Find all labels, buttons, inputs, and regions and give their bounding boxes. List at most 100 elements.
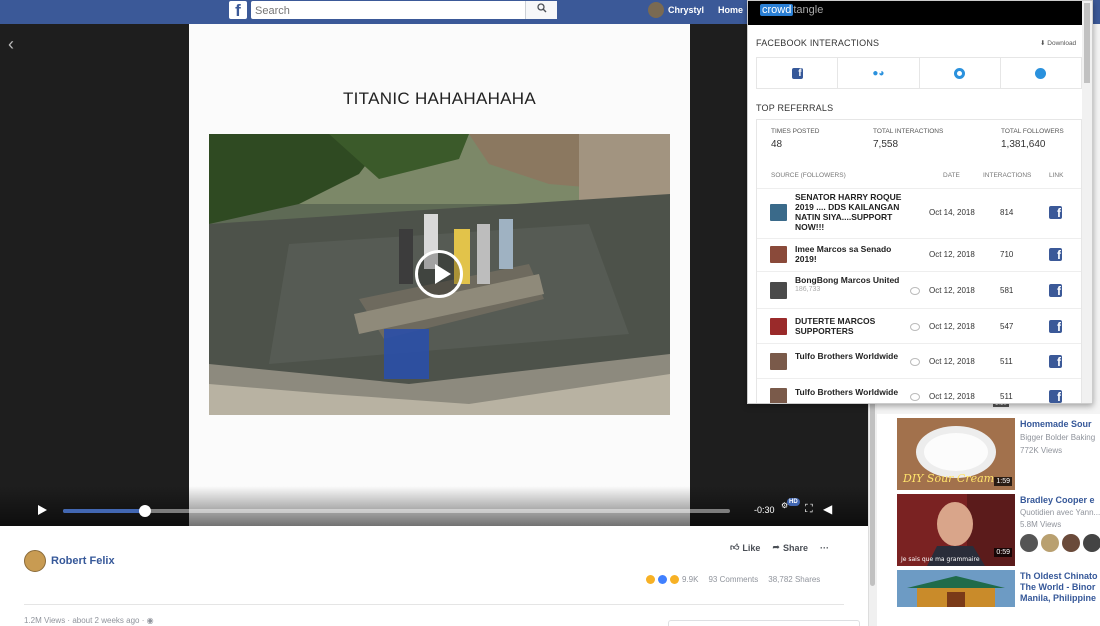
source-avatar — [770, 282, 787, 299]
play-icon[interactable] — [38, 505, 47, 515]
comments-count[interactable]: 93 Comments — [708, 575, 758, 584]
time-remaining: -0:30 — [754, 505, 775, 515]
post-stats: 9.9K 93 Comments 38,782 Shares — [646, 575, 820, 584]
settings-gear-icon[interactable]: ⚙ HD — [781, 498, 801, 515]
post-actions: 👍︎ Like ➦ Share ··· — [730, 542, 829, 553]
search-input[interactable] — [251, 2, 521, 20]
author-avatar[interactable] — [24, 550, 46, 572]
suggested-thumbnail[interactable]: Je sais que ma grammaire 0:59 — [897, 494, 1015, 566]
post-info: Robert Felix 👍︎ Like ➦ Share ··· 9.9K 93 C… — [0, 526, 868, 626]
referral-row[interactable]: SENATOR HARRY ROQUE 2019 .... DDS KAILAN… — [757, 188, 1081, 238]
suggested-thumbnail[interactable] — [897, 570, 1015, 607]
share-arrow-icon: ➦ — [772, 542, 780, 552]
comment-box[interactable] — [668, 620, 860, 626]
column-interactions[interactable]: INTERACTIONS — [983, 172, 1031, 179]
facebook-icon: f — [791, 67, 803, 79]
suggested-video-3[interactable]: Th Oldest Chinato The World - Binor Mani… — [897, 570, 1100, 607]
source-name[interactable]: Tulfo Brothers Worldwide — [795, 387, 910, 397]
column-source[interactable]: SOURCE (FOLLOWERS) — [771, 172, 846, 179]
suggested-title-line3[interactable]: Manila, Philippine — [1020, 593, 1100, 603]
facebook-link-icon[interactable]: f — [1049, 248, 1062, 261]
suggested-channel[interactable]: Quotidien avec Yann... — [1020, 508, 1100, 517]
referral-row[interactable]: Tulfo Brothers Worldwide Oct 12, 2018 51… — [757, 378, 1081, 403]
tab-facebook[interactable]: f — [757, 58, 839, 88]
facebook-link-icon[interactable]: f — [1049, 284, 1062, 297]
back-arrow-icon[interactable]: ‹ — [8, 34, 14, 55]
source-avatar — [770, 246, 787, 263]
suggested-title[interactable]: Homemade Sour — [1020, 419, 1100, 429]
suggested-title-line2[interactable]: The World - Binor — [1020, 582, 1100, 592]
share-button[interactable]: ➦ Share — [772, 542, 808, 553]
crowdtangle-logo-highlight: crowd — [760, 4, 794, 16]
divider — [24, 604, 844, 605]
facebook-link-icon[interactable]: f — [1049, 390, 1062, 403]
suggested-views: 772K Views — [1020, 446, 1063, 455]
tab-reactions[interactable]: ●◕ — [838, 58, 920, 88]
source-interactions: 581 — [1000, 286, 1014, 295]
source-name-text: SENATOR HARRY ROQUE 2019 .... DDS KAILAN… — [795, 192, 902, 232]
fullscreen-icon[interactable]: ⛶ — [805, 503, 813, 516]
like-label: Like — [742, 542, 761, 553]
referral-row[interactable]: Imee Marcos sa Senado 2019! Oct 12, 2018… — [757, 238, 1081, 271]
like-button[interactable]: 👍︎ Like — [730, 542, 760, 553]
suggested-video-1[interactable]: DIY Sour Cream 1:59 Homemade Sour Bigger… — [897, 418, 1100, 490]
shares-count[interactable]: 38,782 Shares — [768, 575, 820, 584]
source-interactions: 710 — [1000, 250, 1014, 259]
friend-avatar — [1062, 534, 1080, 552]
suggested-video-2[interactable]: Je sais que ma grammaire 0:59 Bradley Co… — [897, 494, 1100, 566]
source-name[interactable]: BongBong Marcos United 186,733 — [795, 275, 910, 295]
download-label: Download — [1047, 40, 1077, 47]
referrals-box: TIMES POSTED 48 TOTAL INTERACTIONS 7,558… — [756, 119, 1082, 403]
suggested-title[interactable]: Th Oldest Chinato — [1020, 571, 1100, 581]
suggested-channel[interactable]: Bigger Bolder Baking — [1020, 433, 1095, 442]
comment-bubble-icon[interactable] — [910, 323, 920, 331]
volume-icon[interactable]: ◀ — [823, 502, 832, 516]
total-followers-label: TOTAL FOLLOWERS — [1001, 128, 1064, 135]
facebook-link-icon[interactable]: f — [1049, 206, 1062, 219]
video-player[interactable]: ‹ TITANIC HAHAHAHAHA -0:30 ⚙ HD ⛶ ◀ — [0, 24, 868, 526]
source-interactions: 511 — [1000, 357, 1013, 366]
search-icon[interactable] — [525, 1, 557, 19]
facebook-link-icon[interactable]: f — [1049, 320, 1062, 333]
column-date[interactable]: DATE — [943, 172, 960, 179]
crowdtangle-logo: crowd tangle — [760, 4, 823, 16]
suggested-title[interactable]: Bradley Cooper e — [1020, 495, 1100, 505]
home-link[interactable]: Home — [718, 5, 743, 15]
friend-avatar — [1020, 534, 1038, 552]
play-overlay-icon[interactable] — [415, 250, 463, 298]
download-icon: ⬇ — [1040, 40, 1046, 47]
views-meta-text: 1.2M Views · about 2 weeks ago · — [24, 616, 145, 625]
progress-track[interactable] — [63, 505, 730, 517]
comment-bubble-icon[interactable] — [910, 287, 920, 295]
comment-bubble-icon[interactable] — [910, 358, 920, 366]
source-name[interactable]: SENATOR HARRY ROQUE 2019 .... DDS KAILAN… — [795, 192, 910, 232]
user-avatar — [648, 2, 664, 18]
referral-row[interactable]: DUTERTE MARCOS SUPPORTERS Oct 12, 2018 5… — [757, 308, 1081, 343]
comment-bubble-icon[interactable] — [910, 393, 920, 401]
video-duration: 1:59 — [994, 477, 1012, 486]
like-reaction-icon — [658, 575, 667, 584]
source-name[interactable]: Tulfo Brothers Worldwide — [795, 351, 910, 361]
tab-comments[interactable] — [920, 58, 1001, 88]
crowdtangle-scrollbar-thumb[interactable] — [1084, 3, 1090, 83]
facebook-logo-icon[interactable]: f — [229, 1, 247, 19]
author-name[interactable]: Robert Felix — [51, 555, 115, 567]
source-name[interactable]: Imee Marcos sa Senado 2019! — [795, 244, 910, 264]
more-options-button[interactable]: ··· — [820, 542, 829, 553]
search-box[interactable] — [251, 1, 557, 20]
post-author[interactable]: Robert Felix — [24, 550, 115, 572]
referral-row[interactable]: BongBong Marcos United 186,733 Oct 12, 20… — [757, 271, 1081, 308]
profile-link[interactable]: Chrystyl — [648, 2, 704, 18]
suggested-thumbnail[interactable]: DIY Sour Cream 1:59 — [897, 418, 1015, 490]
download-button[interactable]: ⬇ Download — [1040, 39, 1076, 47]
reactions-count: 9.9K — [682, 575, 699, 584]
crowdtangle-panel: crowd tangle FACEBOOK INTERACTIONS ⬇ Down… — [747, 0, 1093, 404]
source-name[interactable]: DUTERTE MARCOS SUPPORTERS — [795, 316, 910, 336]
friend-avatar — [1083, 534, 1100, 552]
tab-shares[interactable] — [1001, 58, 1081, 88]
progress-knob[interactable] — [139, 505, 152, 517]
source-name-text: Tulfo Brothers Worldwide — [795, 351, 899, 361]
facebook-link-icon[interactable]: f — [1049, 355, 1062, 368]
referral-row[interactable]: Tulfo Brothers Worldwide Oct 12, 2018 51… — [757, 343, 1081, 378]
reactions-summary[interactable]: 9.9K — [646, 575, 698, 584]
